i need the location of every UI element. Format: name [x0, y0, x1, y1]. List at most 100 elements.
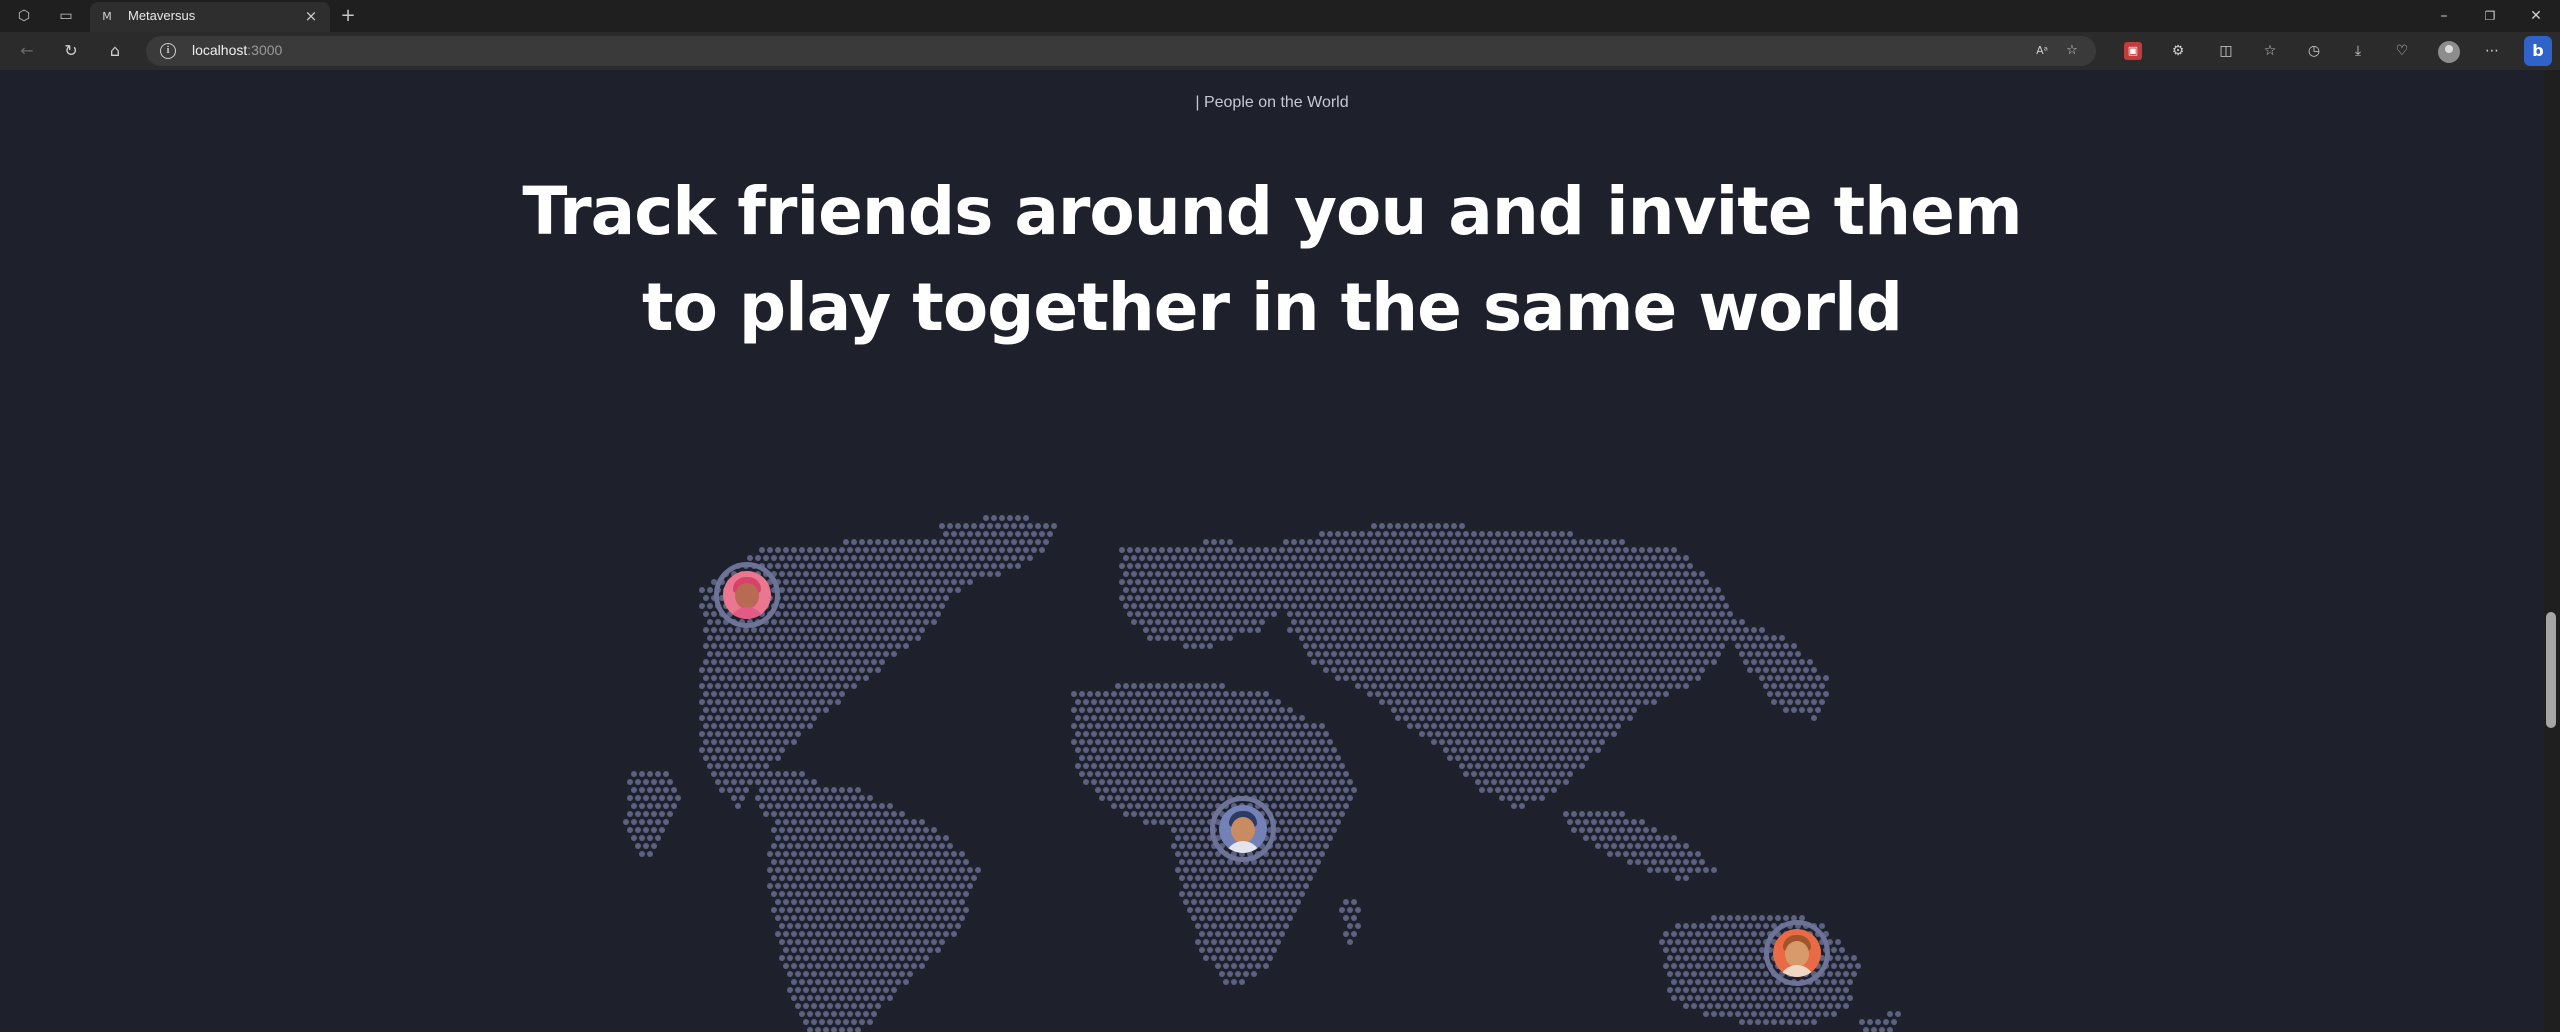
map-dot: [1663, 931, 1669, 937]
map-dot: [707, 651, 713, 657]
map-dot: [1655, 595, 1661, 601]
site-info-icon[interactable]: i: [160, 43, 176, 59]
page-scrollbar[interactable]: [2544, 70, 2560, 1032]
map-dot: [975, 547, 981, 553]
map-dot: [1327, 819, 1333, 825]
map-dot: [1643, 651, 1649, 657]
map-dot: [807, 787, 813, 793]
map-dot: [735, 627, 741, 633]
map-dot: [1175, 867, 1181, 873]
close-window-icon[interactable]: ✕: [2516, 4, 2556, 28]
map-dot: [735, 771, 741, 777]
map-dot: [1391, 691, 1397, 697]
split-screen-icon[interactable]: ◫: [2216, 41, 2236, 61]
map-dot: [1359, 611, 1365, 617]
map-dot: [1715, 987, 1721, 993]
map-dot: [1219, 763, 1225, 769]
map-dot: [1651, 667, 1657, 673]
map-dot: [1295, 547, 1301, 553]
map-dot: [1303, 755, 1309, 761]
minimize-icon[interactable]: –: [2424, 4, 2464, 28]
map-dot: [799, 915, 805, 921]
map-dot: [1431, 563, 1437, 569]
map-dot: [1623, 851, 1629, 857]
map-dot: [1111, 771, 1117, 777]
refresh-icon[interactable]: ↻: [60, 40, 82, 62]
map-dot: [1507, 555, 1513, 561]
more-menu-icon[interactable]: ⋯: [2482, 41, 2502, 61]
page-scrollbar-thumb[interactable]: [2546, 612, 2556, 728]
map-dot: [923, 875, 929, 881]
map-dot: [1551, 739, 1557, 745]
map-dot: [1523, 715, 1529, 721]
map-dot: [1587, 747, 1593, 753]
map-dot: [727, 659, 733, 665]
map-dot: [807, 723, 813, 729]
read-aloud-icon[interactable]: Aᵃ: [2032, 41, 2052, 61]
map-dot: [835, 571, 841, 577]
history-icon[interactable]: ◷: [2304, 41, 2324, 61]
favorites-icon[interactable]: ☆: [2260, 41, 2280, 61]
map-dot: [827, 955, 833, 961]
browser-tab[interactable]: M Metaversus ×: [90, 2, 330, 32]
map-dot: [815, 595, 821, 601]
map-dot: [1123, 763, 1129, 769]
workspaces-icon[interactable]: ⬡: [14, 6, 34, 26]
profile-avatar[interactable]: [2438, 41, 2460, 63]
back-icon[interactable]: ←: [16, 40, 38, 62]
extensions-icon[interactable]: ⚙: [2168, 41, 2188, 61]
map-dot: [1531, 715, 1537, 721]
map-dot: [1751, 947, 1757, 953]
map-dot: [1107, 747, 1113, 753]
extension-red-icon[interactable]: ▣: [2124, 42, 2142, 60]
map-dot: [1311, 867, 1317, 873]
map-dot: [791, 963, 797, 969]
map-dot: [827, 699, 833, 705]
map-dot: [1691, 587, 1697, 593]
map-dot: [1175, 739, 1181, 745]
close-tab-icon[interactable]: ×: [302, 7, 320, 25]
map-dot: [1275, 923, 1281, 929]
map-dot: [819, 667, 825, 673]
map-dot: [1587, 635, 1593, 641]
map-dot: [1499, 571, 1505, 577]
friend-avatar-north-america[interactable]: [714, 562, 780, 628]
map-dot: [791, 835, 797, 841]
map-dot: [1287, 915, 1293, 921]
map-dot: [787, 683, 793, 689]
map-dot: [1195, 811, 1201, 817]
favorite-star-icon[interactable]: ☆: [2062, 41, 2082, 61]
bing-copilot-icon[interactable]: b: [2524, 36, 2552, 66]
map-dot: [1219, 683, 1225, 689]
tab-actions-icon[interactable]: ▭: [56, 6, 76, 26]
downloads-icon[interactable]: ⤓: [2348, 41, 2368, 61]
home-icon[interactable]: ⌂: [104, 40, 126, 62]
map-dot: [859, 955, 865, 961]
map-dot: [755, 651, 761, 657]
map-dot: [927, 835, 933, 841]
map-dot: [703, 595, 709, 601]
map-dot: [1215, 579, 1221, 585]
map-dot: [811, 651, 817, 657]
map-dot: [799, 851, 805, 857]
map-dot: [791, 643, 797, 649]
friend-avatar-australia[interactable]: [1764, 920, 1830, 986]
map-dot: [835, 939, 841, 945]
map-dot: [1503, 755, 1509, 761]
map-dot: [1231, 579, 1237, 585]
map-dot: [1407, 595, 1413, 601]
address-bar[interactable]: i localhost:3000 Aᵃ ☆: [146, 36, 2096, 66]
map-dot: [1355, 683, 1361, 689]
map-dot: [1539, 635, 1545, 641]
friend-avatar-africa[interactable]: [1210, 796, 1276, 862]
map-dot: [835, 587, 841, 593]
url-text[interactable]: localhost:3000: [192, 42, 282, 58]
map-dot: [871, 915, 877, 921]
new-tab-icon[interactable]: +: [338, 6, 358, 26]
map-dot: [907, 603, 913, 609]
map-dot: [1223, 899, 1229, 905]
performance-icon[interactable]: ♡: [2392, 41, 2412, 61]
restore-icon[interactable]: ❐: [2470, 4, 2510, 28]
map-dot: [1483, 667, 1489, 673]
map-dot: [1623, 595, 1629, 601]
